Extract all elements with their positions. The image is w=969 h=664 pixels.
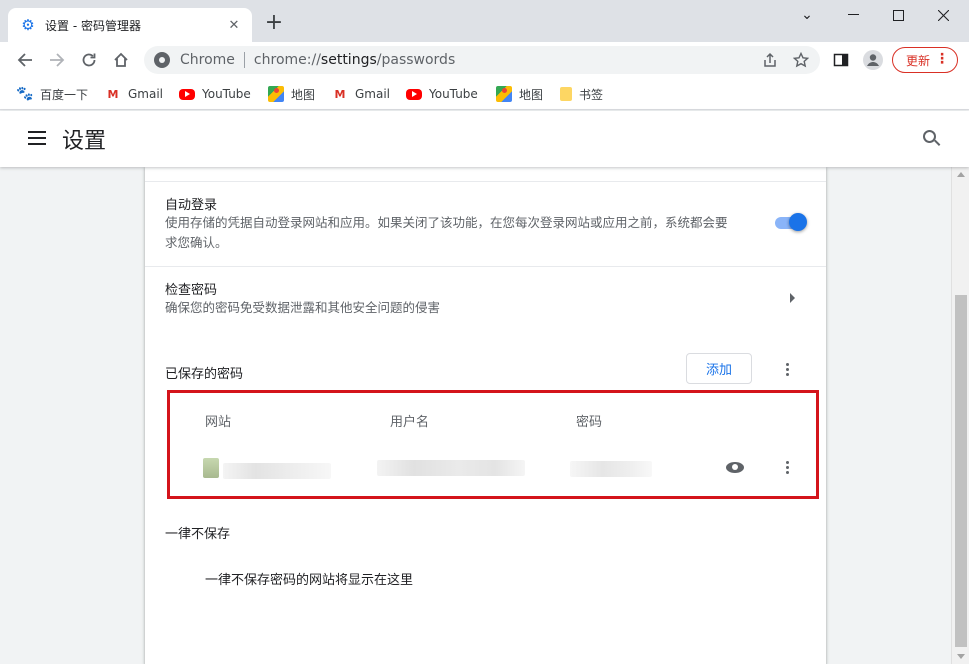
never-saved-empty-message: 一律不保存密码的网站将显示在这里 — [205, 573, 414, 588]
check-passwords-label: 检查密码 — [165, 283, 218, 298]
forward-arrow-icon — [50, 53, 65, 67]
password-entry-more-icon[interactable] — [777, 457, 797, 477]
youtube-icon — [179, 88, 195, 100]
chrome-site-icon — [154, 52, 170, 68]
home-button[interactable] — [107, 46, 135, 74]
address-bar[interactable]: Chrome chrome://settings/passwords — [144, 46, 820, 74]
saved-passwords-heading: 已保存的密码 — [165, 367, 244, 382]
scroll-up-arrow-icon[interactable] — [957, 172, 965, 177]
youtube-icon — [406, 88, 422, 100]
update-button[interactable]: 更新 ⋮ — [892, 47, 958, 73]
bookmark-youtube-2[interactable]: YouTube — [406, 84, 478, 104]
profile-avatar[interactable] — [861, 48, 885, 72]
column-header-username: 用户名 — [390, 415, 430, 430]
auto-signin-description-2: 求您确认。 — [165, 235, 228, 250]
column-header-website: 网站 — [205, 415, 232, 430]
auto-signin-label: 自动登录 — [165, 198, 218, 213]
bookmark-maps[interactable]: 地图 — [268, 84, 315, 104]
omnibox-chip: Chrome — [180, 52, 235, 68]
search-icon[interactable] — [922, 129, 942, 149]
new-tab-button[interactable]: + — [262, 11, 286, 35]
reload-icon — [82, 53, 96, 67]
auto-signin-toggle[interactable] — [773, 213, 807, 231]
settings-content: 自动登录 使用存储的凭据自动登录网站和应用。如果关闭了该功能，在您每次登录网站或… — [0, 167, 951, 664]
add-password-button[interactable]: 添加 — [686, 353, 752, 384]
settings-header: 设置 — [0, 111, 969, 167]
tab-title: 设置 - 密码管理器 — [45, 18, 141, 33]
bookmark-star-icon[interactable] — [789, 48, 813, 72]
show-password-icon[interactable] — [725, 459, 745, 475]
tab-close-icon[interactable]: ✕ — [226, 18, 242, 33]
maps-icon — [268, 86, 284, 102]
tab-search-icon[interactable]: ⌄ — [784, 0, 830, 30]
maximize-button[interactable] — [875, 0, 921, 30]
forward-button[interactable] — [43, 46, 71, 74]
back-button[interactable] — [11, 46, 39, 74]
home-icon — [114, 52, 128, 67]
page-title: 设置 — [62, 129, 107, 154]
password-manager-card: 自动登录 使用存储的凭据自动登录网站和应用。如果关闭了该功能，在您每次登录网站或… — [145, 167, 826, 664]
auto-signin-description-1: 使用存储的凭据自动登录网站和应用。如果关闭了该功能，在您每次登录网站或应用之前，… — [165, 215, 728, 230]
bookmark-maps-2[interactable]: 地图 — [496, 84, 543, 104]
annotation-highlight-box — [167, 390, 819, 499]
blurred-website — [223, 463, 331, 479]
baidu-icon: 🐾 — [16, 86, 34, 102]
gmail-icon: M — [334, 87, 346, 101]
omnibox-separator — [243, 52, 245, 68]
check-passwords-description: 确保您的密码免受数据泄露和其他安全问题的侵害 — [165, 300, 441, 315]
saved-passwords-more-icon[interactable] — [777, 359, 797, 379]
bookmark-gmail[interactable]: M Gmail — [105, 84, 164, 104]
share-icon[interactable] — [758, 48, 782, 72]
bookmark-youtube[interactable]: YouTube — [179, 84, 251, 104]
more-menu-icon: ⋮ — [935, 51, 949, 67]
scrollbar-thumb[interactable] — [955, 295, 967, 647]
side-panel-icon[interactable] — [829, 48, 853, 72]
bookmarks-bar: 🐾 百度一下 M Gmail YouTube 地图 M Gmail YouTube 地… — [0, 78, 969, 110]
maps-icon — [496, 86, 512, 102]
column-header-password: 密码 — [576, 415, 603, 430]
toggle-knob — [789, 213, 807, 231]
divider — [145, 181, 826, 182]
never-saved-heading: 一律不保存 — [165, 527, 231, 542]
browser-toolbar: Chrome chrome://settings/passwords — [0, 42, 969, 78]
page-scrollbar[interactable] — [951, 167, 969, 664]
back-arrow-icon — [17, 53, 32, 67]
close-window-button[interactable] — [920, 0, 966, 30]
bookmark-folder[interactable]: 书签 — [560, 84, 603, 104]
folder-icon — [560, 87, 572, 101]
menu-icon[interactable] — [28, 131, 46, 145]
gmail-icon: M — [107, 87, 119, 101]
bookmark-baidu[interactable]: 🐾 百度一下 — [16, 84, 88, 104]
bookmark-gmail-2[interactable]: M Gmail — [332, 84, 391, 104]
scroll-down-arrow-icon[interactable] — [957, 654, 965, 659]
reload-button[interactable] — [75, 46, 103, 74]
minimize-button[interactable] — [830, 0, 876, 30]
update-label: 更新 — [906, 53, 931, 68]
tab-settings[interactable]: ⚙ 设置 - 密码管理器 ✕ — [8, 8, 252, 42]
site-favicon — [203, 458, 219, 478]
blurred-password — [570, 461, 652, 477]
chevron-right-icon[interactable] — [790, 293, 795, 303]
divider — [145, 266, 826, 267]
blurred-username — [377, 460, 525, 476]
tab-strip: ⚙ 设置 - 密码管理器 ✕ + ⌄ — [0, 0, 969, 42]
settings-gear-icon: ⚙ — [21, 16, 35, 34]
omnibox-url: chrome://settings/passwords — [253, 52, 456, 68]
